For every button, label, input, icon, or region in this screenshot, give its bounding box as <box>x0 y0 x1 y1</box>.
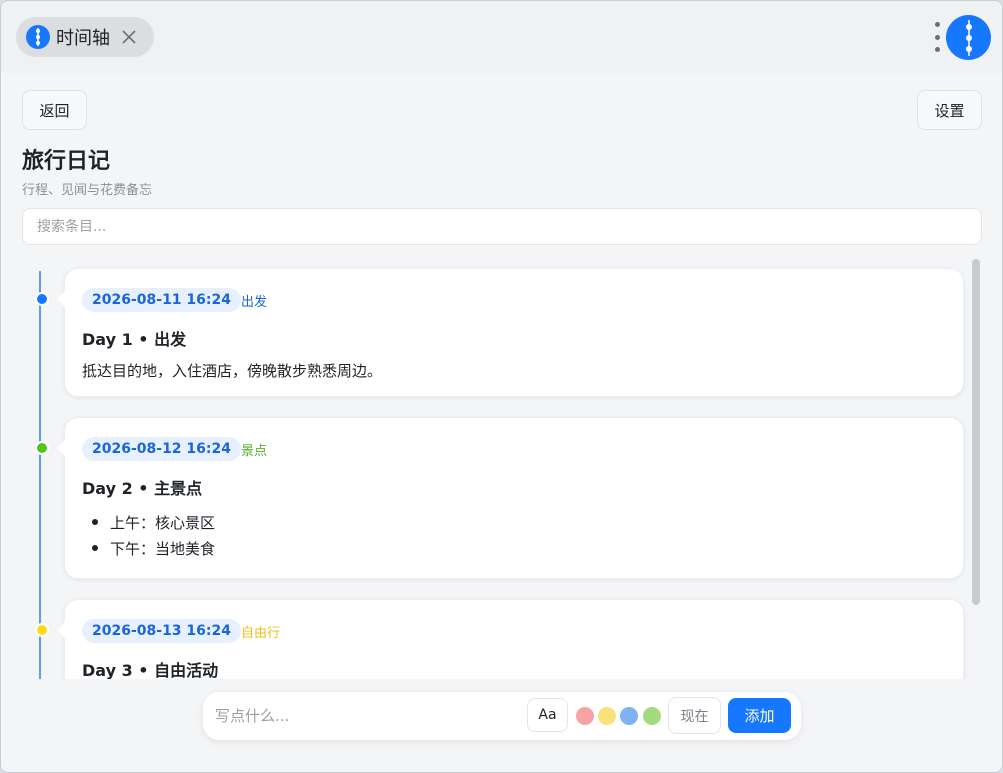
scrollbar[interactable] <box>972 259 980 605</box>
title-bar: 时间轴 <box>1 1 1002 73</box>
more-options-icon[interactable] <box>930 22 944 52</box>
font-style-button[interactable]: Aa <box>527 698 568 732</box>
entry-tag: 景点 <box>241 444 268 459</box>
entry-list: 上午：核心景区 下午：当地美食 <box>82 509 215 561</box>
timeline-rail <box>39 271 41 679</box>
timeline-dot-yellow <box>35 623 49 637</box>
composer-bar: Aa 现在 添加 <box>203 692 801 740</box>
entry-date-badge: 2026-08-11 16:24 <box>82 288 241 312</box>
entry-body: 抵达目的地，入住酒店，傍晚散步熟悉周边。 <box>82 362 383 380</box>
list-item: 上午：核心景区 <box>82 509 215 535</box>
composer-input[interactable] <box>215 700 515 732</box>
list-item: 下午：当地美食 <box>82 535 215 561</box>
close-icon[interactable] <box>120 28 138 46</box>
back-button[interactable]: 返回 <box>22 90 87 130</box>
page-title: 旅行日记 <box>22 149 111 174</box>
color-swatch-blue[interactable] <box>620 707 638 725</box>
timeline-app-icon <box>26 25 50 49</box>
entry-title: Day 3 • 自由活动 <box>82 661 219 679</box>
page-subtitle: 行程、见闻与花费备忘 <box>22 183 153 198</box>
timeline-entry[interactable]: 2026-08-12 16:24 景点 Day 2 • 主景点 上午：核心景区 … <box>57 417 964 579</box>
tab-timeline[interactable]: 时间轴 <box>16 17 154 57</box>
add-button[interactable]: 添加 <box>728 698 791 733</box>
timeline-dot-green <box>35 441 49 455</box>
settings-button[interactable]: 设置 <box>917 90 982 130</box>
tab-title: 时间轴 <box>56 28 110 49</box>
timeline-entry[interactable]: 2026-08-13 16:24 自由行 Day 3 • 自由活动 <box>57 599 964 679</box>
entry-title: Day 2 • 主景点 <box>82 479 203 498</box>
entry-date-badge: 2026-08-13 16:24 <box>82 619 241 643</box>
entry-title: Day 1 • 出发 <box>82 330 187 349</box>
timeline-entry[interactable]: 2026-08-11 16:24 出发 Day 1 • 出发 抵达目的地，入住酒… <box>57 268 964 397</box>
timeline-list[interactable]: 2026-08-11 16:24 出发 Day 1 • 出发 抵达目的地，入住酒… <box>1 257 1002 679</box>
entry-tag: 出发 <box>241 295 268 310</box>
search-input[interactable] <box>22 208 982 245</box>
color-swatch-green[interactable] <box>643 707 661 725</box>
timeline-dot-blue <box>35 292 49 306</box>
entry-date-badge: 2026-08-12 16:24 <box>82 437 241 461</box>
color-swatch-red[interactable] <box>576 707 594 725</box>
timeline-logo-icon <box>946 15 991 60</box>
now-button[interactable]: 现在 <box>668 697 721 734</box>
entry-tag: 自由行 <box>241 626 281 641</box>
app-window: 时间轴 返回 设置 旅行日记 行程、见闻与花费备忘 搜索条目... 2026-0… <box>0 0 1003 773</box>
color-swatch-yellow[interactable] <box>598 707 616 725</box>
